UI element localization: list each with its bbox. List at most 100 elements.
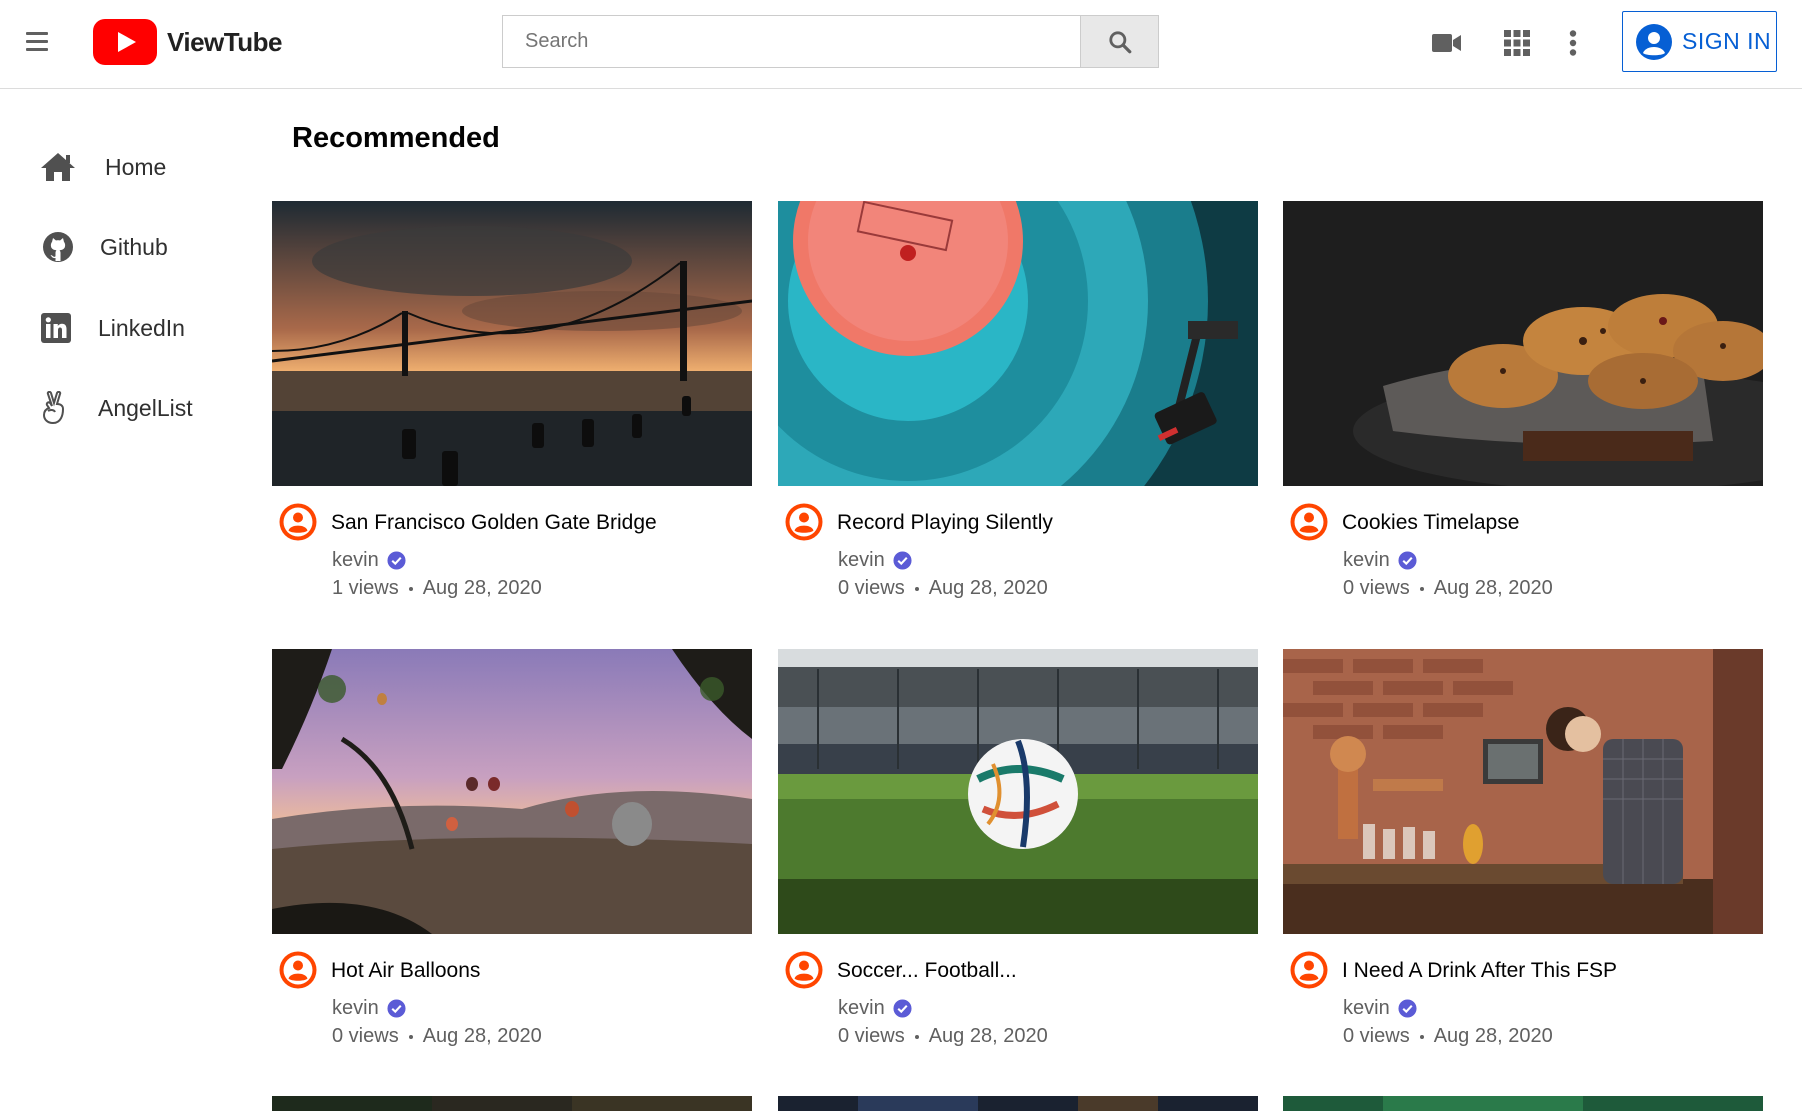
separator-dot xyxy=(1419,1034,1424,1039)
channel-label: kevin xyxy=(332,997,379,1019)
video-thumbnail[interactable] xyxy=(1283,1096,1763,1111)
sidebar-item-home[interactable]: Home xyxy=(0,132,250,202)
upload-date: Aug 28, 2020 xyxy=(422,1025,542,1047)
video-thumbnail[interactable] xyxy=(778,649,1258,934)
search-icon xyxy=(1108,30,1131,53)
channel-name[interactable]: kevin xyxy=(1343,549,1417,572)
video-meta: 0 views Aug 28, 2020 xyxy=(1343,1025,1553,1048)
menu-icon[interactable] xyxy=(22,28,52,56)
channel-name[interactable]: kevin xyxy=(332,549,406,572)
sign-in-label: SIGN IN xyxy=(1682,28,1772,54)
video-meta: 0 views Aug 28, 2020 xyxy=(1343,577,1553,600)
video-thumbnail[interactable] xyxy=(272,1096,752,1111)
sidebar-item-label: LinkedIn xyxy=(98,314,185,341)
view-count: 0 views xyxy=(838,1025,905,1047)
verified-check-icon xyxy=(387,551,406,570)
apps-button[interactable] xyxy=(1500,26,1534,60)
view-count: 1 views xyxy=(332,577,399,599)
channel-name[interactable]: kevin xyxy=(838,549,912,572)
upload-date: Aug 28, 2020 xyxy=(422,577,542,599)
view-count: 0 views xyxy=(1343,577,1410,599)
linkedin-icon xyxy=(38,310,74,346)
upload-date: Aug 28, 2020 xyxy=(928,1025,1048,1047)
top-bar: ViewTube SIGN xyxy=(0,0,1802,89)
video-meta: 0 views Aug 28, 2020 xyxy=(332,1025,542,1048)
channel-avatar-icon[interactable] xyxy=(784,950,824,990)
apps-grid-icon xyxy=(1504,30,1530,56)
search-input[interactable] xyxy=(502,15,1080,68)
video-card[interactable]: San Francisco Golden Gate Bridge kevin 1… xyxy=(272,201,752,599)
video-title[interactable]: Hot Air Balloons xyxy=(331,959,480,983)
verified-check-icon xyxy=(387,999,406,1018)
video-title[interactable]: Record Playing Silently xyxy=(837,511,1053,535)
video-thumbnail[interactable] xyxy=(272,201,752,486)
sign-in-button[interactable]: SIGN IN xyxy=(1622,11,1777,72)
channel-avatar-icon[interactable] xyxy=(1289,950,1329,990)
channel-name[interactable]: kevin xyxy=(838,997,912,1020)
app-name: ViewTube xyxy=(167,26,282,57)
upload-date: Aug 28, 2020 xyxy=(928,577,1048,599)
video-title[interactable]: Cookies Timelapse xyxy=(1342,511,1519,535)
channel-avatar-icon[interactable] xyxy=(278,502,318,542)
video-meta: 0 views Aug 28, 2020 xyxy=(838,577,1048,600)
video-meta: 0 views Aug 28, 2020 xyxy=(838,1025,1048,1048)
verified-check-icon xyxy=(893,551,912,570)
sidebar-item-label: Github xyxy=(100,233,168,260)
video-thumbnail[interactable] xyxy=(778,1096,1258,1111)
home-icon xyxy=(40,149,76,185)
separator-dot xyxy=(408,586,413,591)
separator-dot xyxy=(1419,586,1424,591)
github-icon xyxy=(40,229,76,265)
account-circle-icon xyxy=(1636,23,1672,60)
channel-avatar-icon[interactable] xyxy=(784,502,824,542)
more-vert-icon xyxy=(1569,30,1577,56)
view-count: 0 views xyxy=(1343,1025,1410,1047)
video-card[interactable]: I Need A Drink After This FSP kevin 0 vi… xyxy=(1283,649,1763,1047)
channel-label: kevin xyxy=(332,549,379,571)
video-thumbnail[interactable] xyxy=(1283,649,1763,934)
search-bar xyxy=(502,15,1159,68)
upload-date: Aug 28, 2020 xyxy=(1433,1025,1553,1047)
channel-label: kevin xyxy=(1343,997,1390,1019)
video-card[interactable]: Cookies Timelapse kevin 0 views Aug 28, … xyxy=(1283,201,1763,599)
channel-name[interactable]: kevin xyxy=(1343,997,1417,1020)
video-meta: 1 views Aug 28, 2020 xyxy=(332,577,542,600)
video-card[interactable]: Hot Air Balloons kevin 0 views Aug 28, 2… xyxy=(272,649,752,1047)
app-logo[interactable]: ViewTube xyxy=(93,19,282,65)
video-title[interactable]: I Need A Drink After This FSP xyxy=(1342,959,1617,983)
channel-name[interactable]: kevin xyxy=(332,997,406,1020)
video-card[interactable]: Soccer... Football... kevin 0 views Aug … xyxy=(778,649,1258,1047)
section-title: Recommended xyxy=(292,122,500,154)
video-thumbnail[interactable] xyxy=(1283,201,1763,486)
sidebar-item-label: AngelList xyxy=(98,394,193,421)
search-button[interactable] xyxy=(1080,15,1159,68)
verified-check-icon xyxy=(1398,551,1417,570)
video-title[interactable]: San Francisco Golden Gate Bridge xyxy=(331,511,657,535)
view-count: 0 views xyxy=(838,577,905,599)
channel-label: kevin xyxy=(838,549,885,571)
channel-label: kevin xyxy=(838,997,885,1019)
channel-avatar-icon[interactable] xyxy=(278,950,318,990)
video-thumbnail[interactable] xyxy=(272,649,752,934)
sidebar-item-github[interactable]: Github xyxy=(0,212,250,282)
separator-dot xyxy=(408,1034,413,1039)
view-count: 0 views xyxy=(332,1025,399,1047)
upload-date: Aug 28, 2020 xyxy=(1433,577,1553,599)
angellist-icon xyxy=(36,390,72,426)
sidebar-item-angellist[interactable]: AngelList xyxy=(0,373,250,443)
verified-check-icon xyxy=(1398,999,1417,1018)
separator-dot xyxy=(914,1034,919,1039)
sidebar-item-label: Home xyxy=(105,153,167,180)
channel-label: kevin xyxy=(1343,549,1390,571)
video-card[interactable]: Record Playing Silently kevin 0 views Au… xyxy=(778,201,1258,599)
channel-avatar-icon[interactable] xyxy=(1289,502,1329,542)
verified-check-icon xyxy=(893,999,912,1018)
separator-dot xyxy=(914,586,919,591)
play-logo-icon xyxy=(93,19,157,65)
video-camera-icon xyxy=(1432,34,1461,52)
video-thumbnail[interactable] xyxy=(778,201,1258,486)
video-title[interactable]: Soccer... Football... xyxy=(837,959,1017,983)
more-options-button[interactable] xyxy=(1556,26,1590,60)
sidebar-item-linkedin[interactable]: LinkedIn xyxy=(0,293,250,363)
create-video-button[interactable] xyxy=(1430,26,1464,60)
